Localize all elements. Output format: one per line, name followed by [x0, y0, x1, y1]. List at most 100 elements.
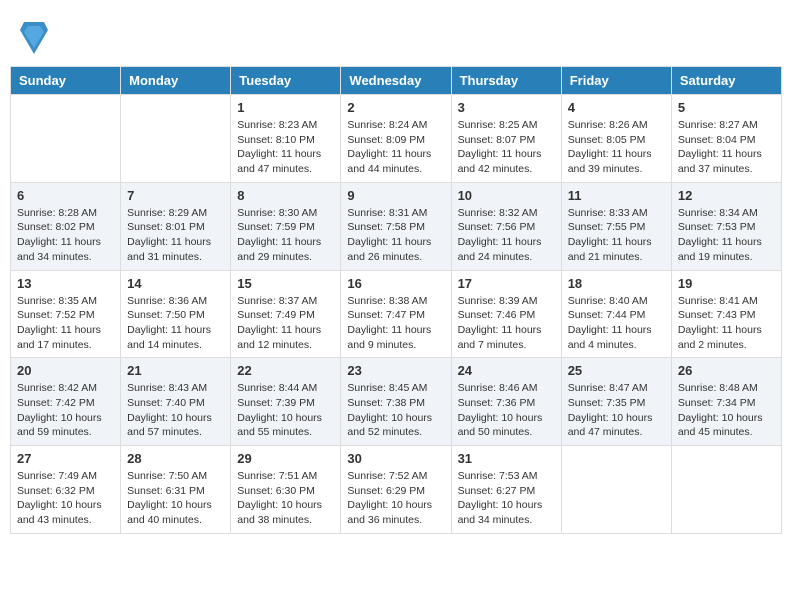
calendar-cell: 30 Sunrise: 7:52 AMSunset: 6:29 PMDayligh… [341, 446, 451, 534]
day-number: 23 [347, 363, 444, 378]
day-detail: Sunrise: 8:37 AMSunset: 7:49 PMDaylight:… [237, 294, 334, 353]
calendar-cell: 15 Sunrise: 8:37 AMSunset: 7:49 PMDayligh… [231, 270, 341, 358]
calendar-cell: 1 Sunrise: 8:23 AMSunset: 8:10 PMDaylight… [231, 95, 341, 183]
calendar-cell: 3 Sunrise: 8:25 AMSunset: 8:07 PMDaylight… [451, 95, 561, 183]
day-detail: Sunrise: 8:33 AMSunset: 7:55 PMDaylight:… [568, 206, 665, 265]
day-detail: Sunrise: 8:39 AMSunset: 7:46 PMDaylight:… [458, 294, 555, 353]
day-number: 26 [678, 363, 775, 378]
day-detail: Sunrise: 8:30 AMSunset: 7:59 PMDaylight:… [237, 206, 334, 265]
day-number: 2 [347, 100, 444, 115]
day-number: 9 [347, 188, 444, 203]
weekday-header-monday: Monday [121, 67, 231, 95]
day-detail: Sunrise: 7:51 AMSunset: 6:30 PMDaylight:… [237, 469, 334, 528]
calendar-cell: 7 Sunrise: 8:29 AMSunset: 8:01 PMDaylight… [121, 182, 231, 270]
weekday-header-wednesday: Wednesday [341, 67, 451, 95]
day-detail: Sunrise: 8:42 AMSunset: 7:42 PMDaylight:… [17, 381, 114, 440]
calendar-week-2: 6 Sunrise: 8:28 AMSunset: 8:02 PMDaylight… [11, 182, 782, 270]
day-number: 24 [458, 363, 555, 378]
logo-icon [20, 20, 48, 56]
day-detail: Sunrise: 8:26 AMSunset: 8:05 PMDaylight:… [568, 118, 665, 177]
day-number: 11 [568, 188, 665, 203]
day-detail: Sunrise: 8:43 AMSunset: 7:40 PMDaylight:… [127, 381, 224, 440]
calendar-cell: 25 Sunrise: 8:47 AMSunset: 7:35 PMDayligh… [561, 358, 671, 446]
calendar-cell: 2Sunrise: 8:24 AMSunset: 8:09 PMDaylight… [341, 95, 451, 183]
day-detail: Sunrise: 8:44 AMSunset: 7:39 PMDaylight:… [237, 381, 334, 440]
logo [20, 20, 48, 56]
day-detail: Sunrise: 7:53 AMSunset: 6:27 PMDaylight:… [458, 469, 555, 528]
day-detail: Sunrise: 8:45 AMSunset: 7:38 PMDaylight:… [347, 381, 444, 440]
day-number: 30 [347, 451, 444, 466]
day-number: 10 [458, 188, 555, 203]
day-number: 20 [17, 363, 114, 378]
calendar-cell: 19 Sunrise: 8:41 AMSunset: 7:43 PMDayligh… [671, 270, 781, 358]
day-number: 15 [237, 276, 334, 291]
calendar-cell: 4 Sunrise: 8:26 AMSunset: 8:05 PMDaylight… [561, 95, 671, 183]
calendar-cell: 12 Sunrise: 8:34 AMSunset: 7:53 PMDayligh… [671, 182, 781, 270]
calendar-cell: 21Sunrise: 8:43 AMSunset: 7:40 PMDayligh… [121, 358, 231, 446]
day-number: 7 [127, 188, 224, 203]
calendar-header-row: SundayMondayTuesdayWednesdayThursdayFrid… [11, 67, 782, 95]
day-number: 18 [568, 276, 665, 291]
weekday-header-saturday: Saturday [671, 67, 781, 95]
calendar-cell [671, 446, 781, 534]
day-number: 31 [458, 451, 555, 466]
weekday-header-thursday: Thursday [451, 67, 561, 95]
calendar-cell: 16Sunrise: 8:38 AMSunset: 7:47 PMDayligh… [341, 270, 451, 358]
weekday-header-friday: Friday [561, 67, 671, 95]
calendar-cell [121, 95, 231, 183]
day-number: 3 [458, 100, 555, 115]
day-detail: Sunrise: 8:25 AMSunset: 8:07 PMDaylight:… [458, 118, 555, 177]
day-detail: Sunrise: 8:38 AMSunset: 7:47 PMDaylight:… [347, 294, 444, 353]
day-detail: Sunrise: 8:32 AMSunset: 7:56 PMDaylight:… [458, 206, 555, 265]
day-detail: Sunrise: 7:52 AMSunset: 6:29 PMDaylight:… [347, 469, 444, 528]
day-number: 12 [678, 188, 775, 203]
calendar-cell: 28 Sunrise: 7:50 AMSunset: 6:31 PMDayligh… [121, 446, 231, 534]
calendar-week-5: 27Sunrise: 7:49 AMSunset: 6:32 PMDayligh… [11, 446, 782, 534]
calendar-cell: 18Sunrise: 8:40 AMSunset: 7:44 PMDayligh… [561, 270, 671, 358]
calendar-week-3: 13 Sunrise: 8:35 AMSunset: 7:52 PMDayligh… [11, 270, 782, 358]
calendar-cell: 11 Sunrise: 8:33 AMSunset: 7:55 PMDayligh… [561, 182, 671, 270]
day-number: 6 [17, 188, 114, 203]
calendar-cell: 26Sunrise: 8:48 AMSunset: 7:34 PMDayligh… [671, 358, 781, 446]
calendar-cell: 31 Sunrise: 7:53 AMSunset: 6:27 PMDayligh… [451, 446, 561, 534]
day-number: 17 [458, 276, 555, 291]
calendar-cell: 24 Sunrise: 8:46 AMSunset: 7:36 PMDayligh… [451, 358, 561, 446]
day-detail: Sunrise: 8:34 AMSunset: 7:53 PMDaylight:… [678, 206, 775, 265]
day-detail: Sunrise: 8:47 AMSunset: 7:35 PMDaylight:… [568, 381, 665, 440]
calendar-cell: 27Sunrise: 7:49 AMSunset: 6:32 PMDayligh… [11, 446, 121, 534]
day-number: 14 [127, 276, 224, 291]
day-number: 13 [17, 276, 114, 291]
day-detail: Sunrise: 8:23 AMSunset: 8:10 PMDaylight:… [237, 118, 334, 177]
day-detail: Sunrise: 7:50 AMSunset: 6:31 PMDaylight:… [127, 469, 224, 528]
calendar-cell: 5Sunrise: 8:27 AMSunset: 8:04 PMDaylight… [671, 95, 781, 183]
day-number: 1 [237, 100, 334, 115]
day-number: 25 [568, 363, 665, 378]
day-detail: Sunrise: 8:31 AMSunset: 7:58 PMDaylight:… [347, 206, 444, 265]
day-detail: Sunrise: 8:41 AMSunset: 7:43 PMDaylight:… [678, 294, 775, 353]
calendar-cell: 13 Sunrise: 8:35 AMSunset: 7:52 PMDayligh… [11, 270, 121, 358]
calendar-cell: 14 Sunrise: 8:36 AMSunset: 7:50 PMDayligh… [121, 270, 231, 358]
calendar-cell: 6 Sunrise: 8:28 AMSunset: 8:02 PMDaylight… [11, 182, 121, 270]
day-number: 29 [237, 451, 334, 466]
calendar-cell: 10 Sunrise: 8:32 AMSunset: 7:56 PMDayligh… [451, 182, 561, 270]
calendar-week-4: 20 Sunrise: 8:42 AMSunset: 7:42 PMDayligh… [11, 358, 782, 446]
day-detail: Sunrise: 8:27 AMSunset: 8:04 PMDaylight:… [678, 118, 775, 177]
calendar-cell: 29 Sunrise: 7:51 AMSunset: 6:30 PMDayligh… [231, 446, 341, 534]
day-number: 28 [127, 451, 224, 466]
calendar-cell: 8Sunrise: 8:30 AMSunset: 7:59 PMDaylight… [231, 182, 341, 270]
day-detail: Sunrise: 8:36 AMSunset: 7:50 PMDaylight:… [127, 294, 224, 353]
day-detail: Sunrise: 8:46 AMSunset: 7:36 PMDaylight:… [458, 381, 555, 440]
weekday-header-tuesday: Tuesday [231, 67, 341, 95]
day-detail: Sunrise: 8:28 AMSunset: 8:02 PMDaylight:… [17, 206, 114, 265]
day-detail: Sunrise: 7:49 AMSunset: 6:32 PMDaylight:… [17, 469, 114, 528]
day-detail: Sunrise: 8:35 AMSunset: 7:52 PMDaylight:… [17, 294, 114, 353]
weekday-header-sunday: Sunday [11, 67, 121, 95]
page-header [10, 10, 782, 61]
calendar-cell: 23 Sunrise: 8:45 AMSunset: 7:38 PMDayligh… [341, 358, 451, 446]
calendar-cell [11, 95, 121, 183]
day-number: 19 [678, 276, 775, 291]
calendar-cell: 22Sunrise: 8:44 AMSunset: 7:39 PMDayligh… [231, 358, 341, 446]
day-number: 4 [568, 100, 665, 115]
calendar-cell [561, 446, 671, 534]
day-detail: Sunrise: 8:29 AMSunset: 8:01 PMDaylight:… [127, 206, 224, 265]
